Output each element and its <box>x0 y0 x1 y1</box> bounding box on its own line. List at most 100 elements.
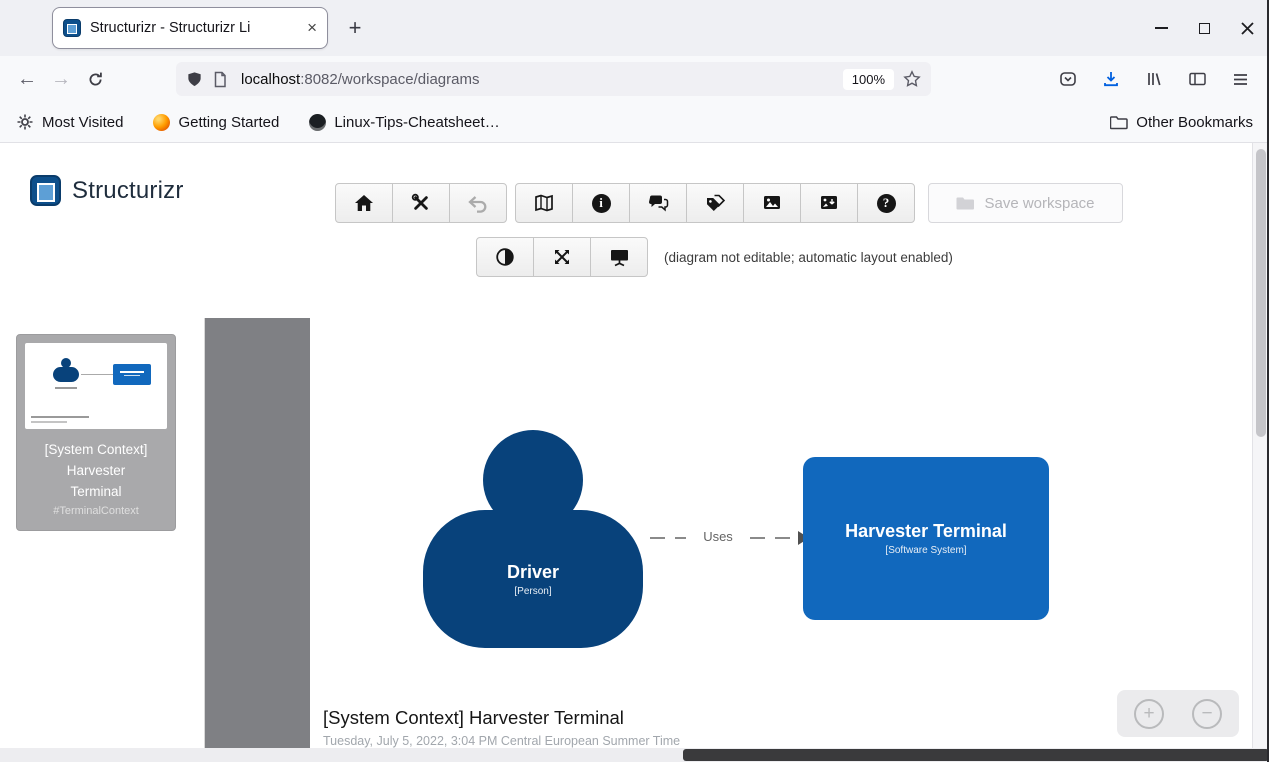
menu-button[interactable] <box>1225 64 1255 94</box>
fullscreen-icon <box>555 250 569 264</box>
diagram-toolbar-row2: (diagram not editable; automatic layout … <box>476 237 953 277</box>
bookmark-star-icon[interactable] <box>903 70 921 88</box>
toolbar-group-diagram: i ? <box>515 183 915 223</box>
presentation-button[interactable] <box>590 237 648 277</box>
page-info-icon[interactable] <box>212 71 228 88</box>
bookmark-most-visited[interactable]: Most Visited <box>16 113 123 131</box>
thumbnail-title: [System Context] Harvester Terminal <box>25 439 167 502</box>
downloads-button[interactable] <box>1096 64 1126 94</box>
folder-icon <box>956 197 975 209</box>
url-path: :8082/workspace/diagrams <box>300 70 480 88</box>
tools-button[interactable] <box>392 183 450 223</box>
minimize-icon <box>1155 27 1168 29</box>
relationship-label[interactable]: Uses <box>686 529 750 544</box>
diagram-canvas[interactable]: Driver [Person] Uses Harvester Terminal … <box>310 318 1252 748</box>
tab-title: Structurizr - Structurizr Li <box>90 20 251 36</box>
tools-icon <box>411 193 428 210</box>
bookmark-label: Most Visited <box>42 113 124 131</box>
maximize-button[interactable] <box>1197 21 1212 36</box>
other-bookmarks[interactable]: Other Bookmarks <box>1110 114 1253 131</box>
page-zoom-badge[interactable]: 100% <box>842 68 894 90</box>
fullscreen-button[interactable] <box>533 237 591 277</box>
diagram-list-sidebar: [System Context] Harvester Terminal #Ter… <box>0 318 205 748</box>
url-bar[interactable]: localhost:8082/workspace/diagrams 100% <box>176 62 931 96</box>
url-text[interactable]: localhost:8082/workspace/diagrams <box>241 71 834 88</box>
navigation-toolbar: ← → localhost:8082/workspace/diagrams 10… <box>0 56 1269 102</box>
close-button[interactable] <box>1240 21 1255 36</box>
home-icon <box>355 195 373 211</box>
undo-button[interactable] <box>449 183 507 223</box>
mini-caption-line <box>31 416 89 418</box>
contrast-icon <box>496 248 514 266</box>
url-host: localhost <box>241 70 301 88</box>
bookmark-linux-tips[interactable]: Linux-Tips-Cheatsheet… <box>309 113 500 131</box>
home-button[interactable] <box>335 183 393 223</box>
maximize-icon <box>1199 22 1210 34</box>
comments-button[interactable] <box>629 183 687 223</box>
library-icon <box>1148 73 1161 86</box>
explore-button[interactable] <box>515 183 573 223</box>
reload-icon <box>89 72 102 85</box>
back-button[interactable]: ← <box>10 62 44 96</box>
brand-name: Structurizr <box>72 176 184 204</box>
sidebar-toggle-button[interactable] <box>1182 64 1212 94</box>
image-export-icon <box>764 196 780 209</box>
diagram-thumbnail-image <box>25 343 167 429</box>
export-png-button[interactable] <box>743 183 801 223</box>
minimize-button[interactable] <box>1154 21 1169 36</box>
download-icon <box>1104 72 1118 87</box>
library-button[interactable] <box>1139 64 1169 94</box>
undo-icon <box>468 195 487 213</box>
mini-caption-line <box>31 421 67 423</box>
firefox-icon <box>153 113 171 131</box>
zoom-out-button[interactable]: − <box>1192 698 1222 729</box>
reload-button[interactable] <box>78 62 112 96</box>
bookmark-label: Linux-Tips-Cheatsheet… <box>334 113 500 131</box>
system-metadata: [Software System] <box>885 545 967 556</box>
navbar-right-icons <box>1053 64 1259 94</box>
info-button[interactable]: i <box>572 183 630 223</box>
browser-tab[interactable]: Structurizr - Structurizr Li × <box>52 7 328 49</box>
diagram-toolbar-row1: i ? <box>335 183 915 223</box>
thumbnail-title-line: Harvester <box>66 463 126 478</box>
software-system-element[interactable]: Harvester Terminal [Software System] <box>803 457 1049 620</box>
pocket-button[interactable] <box>1053 64 1083 94</box>
structurizr-header: Structurizr i ? Save workspace (diagram … <box>0 143 1252 318</box>
github-icon <box>309 113 327 131</box>
forward-button[interactable]: → <box>44 62 78 96</box>
most-visited-icon <box>17 114 33 130</box>
zoom-in-button[interactable]: + <box>1134 698 1164 729</box>
export-svg-button[interactable] <box>800 183 858 223</box>
structurizr-page: Structurizr i ? Save workspace (diagram … <box>0 143 1252 748</box>
tags-button[interactable] <box>686 183 744 223</box>
titlebar: Structurizr - Structurizr Li × + <box>0 0 1269 56</box>
toolbar-group-view <box>476 237 648 277</box>
diagram-thumbnail-card[interactable]: [System Context] Harvester Terminal #Ter… <box>16 334 176 531</box>
vertical-scrollbar-thumb[interactable] <box>1256 149 1266 437</box>
tab-close-icon[interactable]: × <box>307 18 317 38</box>
person-metadata: [Person] <box>514 585 552 597</box>
thumbnail-title-line: Terminal <box>70 484 122 499</box>
mini-person-label <box>55 387 77 389</box>
thumbnail-title-line: [System Context] <box>44 442 148 457</box>
structurizr-brand[interactable]: Structurizr <box>30 175 184 206</box>
sidebar-toggle-icon <box>1188 72 1206 86</box>
bookmark-getting-started[interactable]: Getting Started <box>153 113 280 131</box>
diagram-viewport[interactable]: Driver [Person] Uses Harvester Terminal … <box>205 318 1252 748</box>
structurizr-favicon <box>63 19 81 37</box>
contrast-button[interactable] <box>476 237 534 277</box>
save-workspace-button[interactable]: Save workspace <box>928 183 1123 223</box>
help-button[interactable]: ? <box>857 183 915 223</box>
person-element[interactable]: Driver [Person] <box>423 510 643 648</box>
tags-icon <box>707 194 725 211</box>
horizontal-scrollbar[interactable] <box>0 748 1269 762</box>
pocket-icon <box>1060 72 1076 86</box>
other-bookmarks-label: Other Bookmarks <box>1136 113 1253 131</box>
window-controls <box>1154 0 1255 56</box>
bookmark-label: Getting Started <box>178 113 280 131</box>
system-name: Harvester Terminal <box>845 521 1007 541</box>
new-tab-button[interactable]: + <box>340 13 370 43</box>
image-download-icon <box>821 196 837 209</box>
folder-icon <box>1110 115 1129 129</box>
horizontal-scrollbar-thumb[interactable] <box>683 749 1269 761</box>
